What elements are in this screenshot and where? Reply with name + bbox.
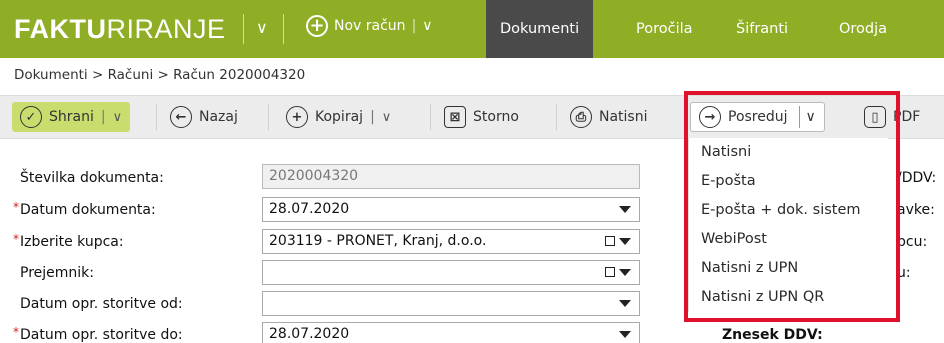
service-to-label-text: Datum opr. storitve do: (20, 327, 183, 343)
nav-divider: | (411, 18, 417, 34)
chevron-down-icon[interactable] (619, 331, 631, 338)
chevron-down-icon[interactable] (619, 206, 631, 213)
menu-item-webipost[interactable]: WebiPost (689, 225, 888, 254)
copy-label: Kopiraj (315, 109, 364, 125)
toolbar-divider (156, 104, 157, 130)
doc-date-label: * Datum dokumenta: (13, 200, 156, 218)
service-to-value: 28.07.2020 (269, 326, 350, 342)
customer-label: * Izberite kupca: (13, 232, 124, 250)
button-divider: | (100, 109, 106, 125)
check-icon: ✓ (20, 106, 42, 128)
cancel-box-icon: ⊠ (444, 106, 466, 128)
pdf-label: PDF (893, 109, 921, 125)
print-button[interactable]: ⎙ Natisni (562, 102, 656, 132)
storno-button[interactable]: ⊠ Storno (436, 102, 527, 132)
vat-amount-label: Znesek DDV: (722, 327, 823, 343)
menu-item-print[interactable]: Natisni (689, 138, 888, 167)
doc-number-label: Številka dokumenta: (20, 170, 164, 186)
chevron-down-icon[interactable]: ∨ (422, 18, 432, 34)
menu-item-email-docsystem[interactable]: E-pošta + dok. sistem (689, 196, 888, 225)
toolbar-divider (430, 104, 431, 130)
tab-sifranti[interactable]: Šifranti (722, 0, 802, 58)
right-label-kupcu: pcu: (897, 234, 928, 250)
chevron-down-icon[interactable]: ∨ (798, 106, 816, 128)
button-divider: | (370, 109, 375, 125)
menu-item-email[interactable]: E-pošta (689, 167, 888, 196)
new-invoice-button[interactable]: + Nov račun | ∨ (306, 15, 433, 37)
new-invoice-label: Nov račun (334, 18, 406, 34)
document-icon: ▯ (864, 106, 886, 128)
printer-icon: ⎙ (570, 106, 592, 128)
breadcrumb[interactable]: Dokumenti > Računi > Račun 2020004320 (14, 67, 305, 83)
top-nav-bar: FAKTURIRANJE ∨ + Nov račun | ∨ Dokumenti… (0, 0, 944, 58)
doc-number-field: 2020004320 (262, 164, 640, 189)
back-button[interactable]: ← Nazaj (162, 102, 246, 132)
logo-bold: FAKTU (14, 14, 107, 44)
service-to-field[interactable]: 28.07.2020 (262, 322, 640, 343)
save-button[interactable]: ✓ Shrani | ∨ (12, 102, 131, 132)
tab-orodja[interactable]: Orodja (825, 0, 901, 58)
toolbar-divider (268, 104, 269, 130)
popup-square-icon[interactable] (605, 267, 615, 277)
plus-icon: + (286, 106, 308, 128)
doc-date-field[interactable]: 28.07.2020 (262, 197, 640, 222)
toolbar-divider (556, 104, 557, 130)
menu-item-print-upn-qr[interactable]: Natisni z UPN QR (689, 283, 888, 312)
required-marker: * (13, 232, 19, 246)
customer-select[interactable]: 203119 - PRONET, Kranj, d.o.o. (262, 229, 640, 254)
doc-date-value: 28.07.2020 (269, 201, 350, 217)
chevron-down-icon[interactable] (619, 300, 631, 307)
nav-divider (243, 14, 244, 44)
recipient-select[interactable] (262, 260, 640, 285)
forward-label: Posreduj (728, 109, 788, 125)
nav-divider (283, 14, 284, 44)
forward-button[interactable]: → Posreduj ∨ (690, 102, 825, 132)
chevron-down-icon[interactable] (619, 269, 631, 276)
arrow-right-icon: → (699, 106, 721, 128)
back-label: Nazaj (199, 109, 238, 125)
plus-icon: + (306, 15, 328, 37)
storno-label: Storno (473, 109, 519, 125)
tab-porocila[interactable]: Poročila (622, 0, 707, 58)
save-label: Shrani (49, 109, 94, 125)
tab-dokumenti[interactable]: Dokumenti (486, 0, 594, 58)
right-label-u: u: (897, 265, 911, 281)
service-to-label: * Datum opr. storitve do: (13, 325, 183, 343)
toolbar: ✓ Shrani | ∨ ← Nazaj + Kopiraj | ∨ ⊠ Sto… (0, 95, 944, 139)
service-from-label: Datum opr. storitve od: (20, 296, 183, 312)
right-label-postavke: avke: (897, 202, 935, 218)
menu-item-print-upn[interactable]: Natisni z UPN (689, 254, 888, 283)
chevron-down-icon[interactable]: ∨ (113, 110, 123, 125)
required-marker: * (13, 200, 19, 214)
arrow-left-icon: ← (170, 106, 192, 128)
forward-dropdown-menu: Natisni E-pošta E-pošta + dok. sistem We… (688, 138, 888, 312)
required-marker: * (13, 325, 19, 339)
app-menu-chevron-icon[interactable]: ∨ (256, 18, 268, 37)
copy-button[interactable]: + Kopiraj | ∨ (278, 102, 399, 132)
chevron-down-icon[interactable]: ∨ (382, 110, 392, 125)
right-label-ddv: /DDV: (897, 170, 937, 186)
customer-label-text: Izberite kupca: (20, 234, 124, 250)
customer-value: 203119 - PRONET, Kranj, d.o.o. (269, 233, 487, 249)
print-label: Natisni (599, 109, 648, 125)
pdf-button[interactable]: ▯ PDF (856, 102, 928, 132)
logo-thin: RIRANJE (106, 14, 226, 44)
doc-date-label-text: Datum dokumenta: (20, 202, 156, 218)
app-logo[interactable]: FAKTURIRANJE (14, 14, 226, 45)
chevron-down-icon[interactable] (619, 238, 631, 245)
service-from-field[interactable] (262, 291, 640, 316)
popup-square-icon[interactable] (605, 236, 615, 246)
recipient-label: Prejemnik: (20, 265, 94, 281)
